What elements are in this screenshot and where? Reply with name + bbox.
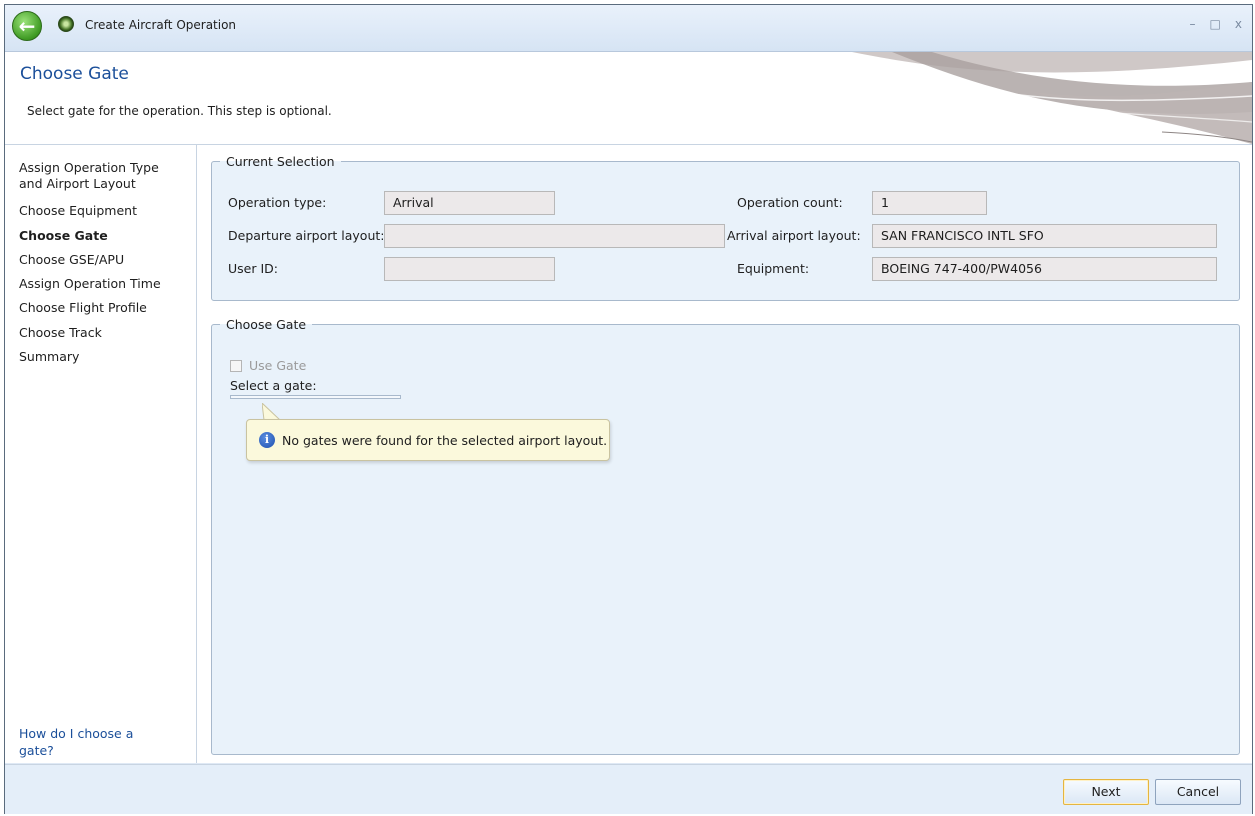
cancel-button[interactable]: Cancel	[1155, 779, 1241, 805]
user-id-field	[384, 257, 555, 281]
gate-list[interactable]	[230, 395, 401, 399]
window-title: Create Aircraft Operation	[85, 18, 237, 32]
back-button[interactable]: ←	[12, 11, 42, 41]
wizard-window: ← Create Aircraft Operation – □ x Choose…	[4, 4, 1253, 814]
operation-count-field: 1	[872, 191, 987, 215]
back-arrow-icon: ←	[18, 14, 36, 38]
tooltip-message: No gates were found for the selected air…	[282, 433, 608, 448]
window-controls: – □ x	[1190, 17, 1242, 31]
no-gates-tooltip: i No gates were found for the selected a…	[246, 419, 610, 461]
info-icon: i	[259, 432, 275, 448]
wizard-footer: Next Cancel	[5, 764, 1252, 814]
sidebar-item-gate[interactable]: Choose Gate	[19, 228, 108, 244]
equipment-label: Equipment:	[737, 261, 810, 276]
wizard-steps-sidebar: Assign Operation Type and Airport Layout…	[5, 145, 197, 763]
departure-layout-field	[384, 224, 725, 248]
use-gate-checkbox-row: Use Gate	[230, 358, 306, 373]
user-id-label: User ID:	[228, 261, 278, 276]
operation-type-field: Arrival	[384, 191, 555, 215]
sidebar-item-track[interactable]: Choose Track	[19, 325, 102, 341]
operation-type-label: Operation type:	[228, 195, 327, 210]
select-gate-label: Select a gate:	[230, 378, 317, 393]
sidebar-item-gse-apu[interactable]: Choose GSE/APU	[19, 252, 124, 268]
arrival-layout-label: Arrival airport layout:	[727, 228, 861, 243]
sidebar-item-operation-time[interactable]: Assign Operation Time	[19, 276, 161, 292]
help-link[interactable]: How do I choose a gate?	[19, 725, 169, 759]
header-decoration	[852, 52, 1252, 144]
maximize-icon[interactable]: □	[1210, 17, 1221, 31]
minimize-icon[interactable]: –	[1190, 17, 1196, 31]
operation-count-label: Operation count:	[737, 195, 843, 210]
page-title: Choose Gate	[20, 64, 129, 84]
main-panel: Current Selection Operation type: Arriva…	[197, 145, 1252, 763]
current-selection-legend: Current Selection	[226, 154, 335, 169]
choose-gate-group: Choose Gate Use Gate Select a gate: i No…	[211, 317, 1240, 755]
close-icon[interactable]: x	[1235, 17, 1242, 31]
choose-gate-legend: Choose Gate	[226, 317, 307, 332]
departure-layout-label: Departure airport layout:	[228, 228, 385, 243]
sidebar-item-flight-profile[interactable]: Choose Flight Profile	[19, 300, 147, 316]
app-icon	[58, 16, 74, 32]
use-gate-label: Use Gate	[249, 358, 307, 373]
sidebar-item-equipment[interactable]: Choose Equipment	[19, 203, 137, 219]
sidebar-item-operation-type[interactable]: Assign Operation Type and Airport Layout	[19, 160, 169, 192]
sidebar-item-summary[interactable]: Summary	[19, 349, 79, 365]
title-bar: ← Create Aircraft Operation – □ x	[5, 5, 1252, 52]
next-button[interactable]: Next	[1063, 779, 1149, 805]
current-selection-group: Current Selection Operation type: Arriva…	[211, 154, 1240, 301]
step-header: Choose Gate Select gate for the operatio…	[5, 52, 1252, 145]
arrival-layout-field: SAN FRANCISCO INTL SFO	[872, 224, 1217, 248]
equipment-field: BOEING 747-400/PW4056	[872, 257, 1217, 281]
use-gate-checkbox[interactable]	[230, 359, 242, 372]
page-subtitle: Select gate for the operation. This step…	[27, 104, 332, 118]
